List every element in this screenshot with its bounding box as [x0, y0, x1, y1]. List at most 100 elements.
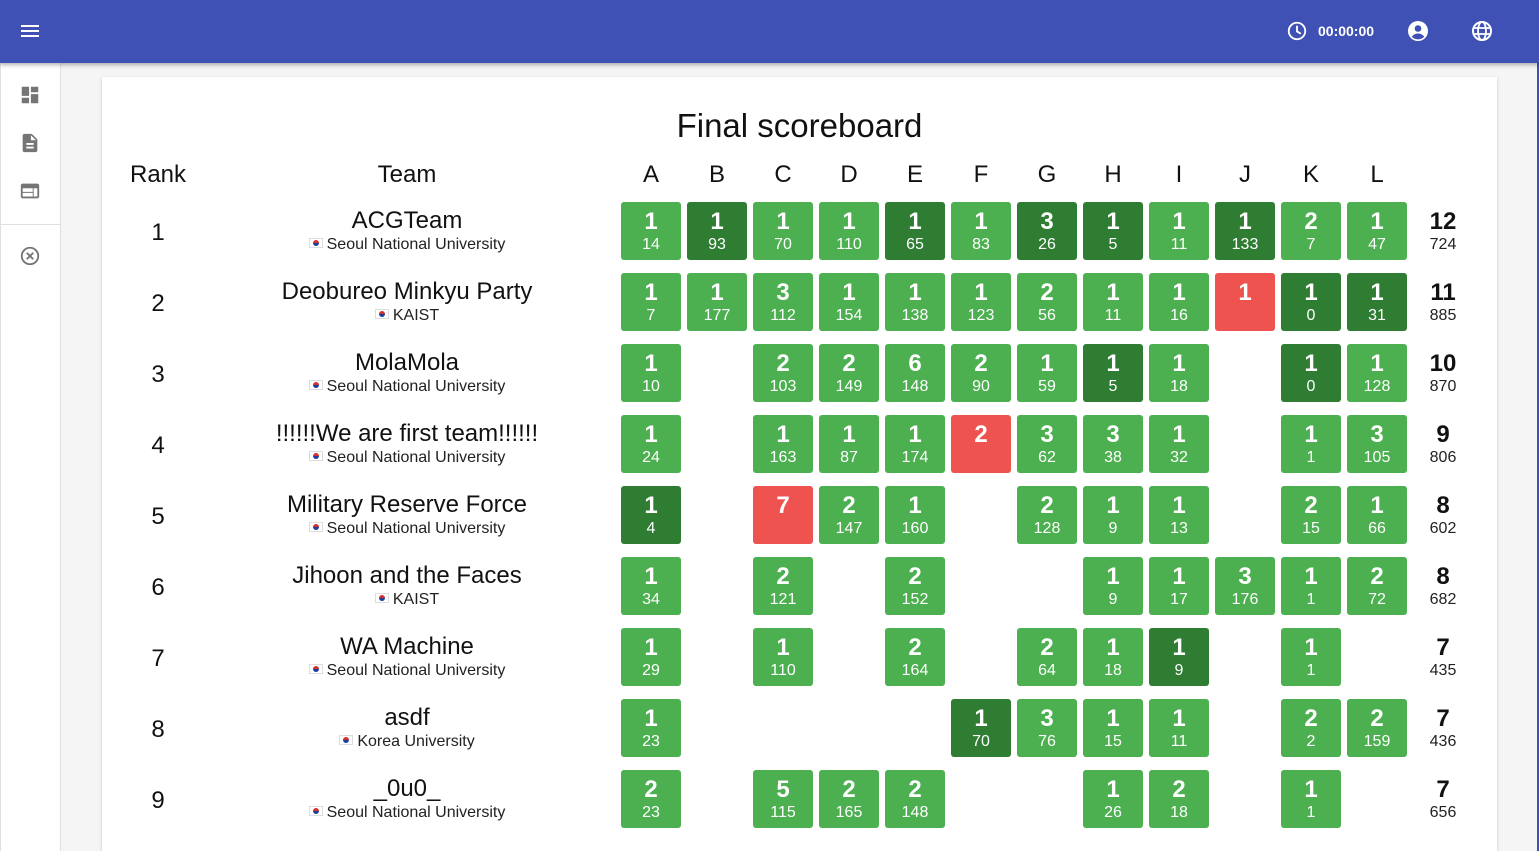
problem-cell-f[interactable]: 1 83 — [951, 202, 1011, 260]
problem-cell-g[interactable]: 2 56 — [1017, 273, 1077, 331]
problem-cell-c[interactable]: 7 — [753, 486, 813, 544]
problem-cell-h[interactable]: 15 — [1083, 202, 1143, 260]
problem-cell-k[interactable]: 11 — [1281, 770, 1341, 828]
problem-cell-j[interactable]: 1 133 — [1215, 202, 1275, 260]
problem-cell-h[interactable]: 1 18 — [1083, 628, 1143, 686]
problem-header-c[interactable]: C — [753, 161, 813, 189]
problem-cell-i[interactable]: 1 11 — [1149, 699, 1209, 757]
problem-header-k[interactable]: K — [1281, 161, 1341, 189]
problem-cell-l[interactable]: 1 128 — [1347, 344, 1407, 402]
problem-cell-l[interactable]: 2 72 — [1347, 557, 1407, 615]
problem-cell-c[interactable]: 1 163 — [753, 415, 813, 473]
problem-cell-a[interactable]: 17 — [621, 273, 681, 331]
document-icon[interactable] — [19, 132, 41, 154]
problem-cell-a[interactable]: 1 29 — [621, 628, 681, 686]
problem-cell-i[interactable]: 19 — [1149, 628, 1209, 686]
problem-header-b[interactable]: B — [687, 161, 747, 189]
problem-cell-h[interactable]: 1 15 — [1083, 699, 1143, 757]
problem-header-f[interactable]: F — [951, 161, 1011, 189]
close-circle-icon[interactable] — [19, 245, 41, 267]
problem-cell-g[interactable]: 2 128 — [1017, 486, 1077, 544]
problem-cell-j[interactable]: 3 176 — [1215, 557, 1275, 615]
problem-cell-e[interactable]: 1 174 — [885, 415, 945, 473]
problem-header-a[interactable]: A — [621, 161, 681, 189]
problem-cell-k[interactable]: 11 — [1281, 628, 1341, 686]
problem-cell-e[interactable]: 1 138 — [885, 273, 945, 331]
problem-cell-c[interactable]: 1 70 — [753, 202, 813, 260]
problem-cell-h[interactable]: 1 26 — [1083, 770, 1143, 828]
problem-cell-c[interactable]: 2 121 — [753, 557, 813, 615]
problem-cell-a[interactable]: 1 24 — [621, 415, 681, 473]
problem-header-e[interactable]: E — [885, 161, 945, 189]
problem-cell-c[interactable]: 2 103 — [753, 344, 813, 402]
problem-cell-g[interactable]: 1 59 — [1017, 344, 1077, 402]
problem-cell-i[interactable]: 1 18 — [1149, 344, 1209, 402]
problem-cell-e[interactable]: 2 152 — [885, 557, 945, 615]
problem-cell-d[interactable]: 1 87 — [819, 415, 879, 473]
language-icon[interactable] — [1470, 19, 1494, 43]
problem-cell-k[interactable]: 2 15 — [1281, 486, 1341, 544]
problem-cell-e[interactable]: 2 164 — [885, 628, 945, 686]
problem-cell-d[interactable]: 2 165 — [819, 770, 879, 828]
problem-cell-i[interactable]: 1 32 — [1149, 415, 1209, 473]
problem-cell-k[interactable]: 27 — [1281, 202, 1341, 260]
scoreboard-icon[interactable] — [19, 180, 41, 202]
problem-cell-e[interactable]: 6 148 — [885, 344, 945, 402]
problem-cell-i[interactable]: 1 13 — [1149, 486, 1209, 544]
problem-cell-d[interactable]: 1 154 — [819, 273, 879, 331]
problem-cell-k[interactable]: 11 — [1281, 557, 1341, 615]
problem-cell-e[interactable]: 1 160 — [885, 486, 945, 544]
problem-cell-d[interactable]: 2 147 — [819, 486, 879, 544]
problem-cell-l[interactable]: 1 31 — [1347, 273, 1407, 331]
problem-cell-l[interactable]: 1 47 — [1347, 202, 1407, 260]
problem-cell-k[interactable]: 10 — [1281, 273, 1341, 331]
problem-cell-f[interactable]: 1 123 — [951, 273, 1011, 331]
problem-cell-f[interactable]: 2 90 — [951, 344, 1011, 402]
problem-header-h[interactable]: H — [1083, 161, 1143, 189]
problem-cell-a[interactable]: 2 23 — [621, 770, 681, 828]
problem-cell-e[interactable]: 1 65 — [885, 202, 945, 260]
problem-cell-l[interactable]: 2 159 — [1347, 699, 1407, 757]
problem-cell-g[interactable]: 3 26 — [1017, 202, 1077, 260]
problem-cell-j[interactable]: 1 — [1215, 273, 1275, 331]
problem-cell-i[interactable]: 1 11 — [1149, 202, 1209, 260]
problem-header-i[interactable]: I — [1149, 161, 1209, 189]
problem-cell-a[interactable]: 1 10 — [621, 344, 681, 402]
problem-cell-k[interactable]: 11 — [1281, 415, 1341, 473]
problem-header-d[interactable]: D — [819, 161, 879, 189]
problem-cell-d[interactable]: 2 149 — [819, 344, 879, 402]
menu-icon[interactable] — [18, 19, 42, 43]
problem-cell-i[interactable]: 1 16 — [1149, 273, 1209, 331]
problem-cell-c[interactable]: 1 110 — [753, 628, 813, 686]
problem-header-l[interactable]: L — [1347, 161, 1407, 189]
problem-header-g[interactable]: G — [1017, 161, 1077, 189]
problem-cell-e[interactable]: 2 148 — [885, 770, 945, 828]
account-icon[interactable] — [1406, 19, 1430, 43]
problem-cell-l[interactable]: 3 105 — [1347, 415, 1407, 473]
problem-cell-f[interactable]: 1 70 — [951, 699, 1011, 757]
problem-cell-h[interactable]: 19 — [1083, 557, 1143, 615]
problem-cell-d[interactable]: 1 110 — [819, 202, 879, 260]
problem-cell-c[interactable]: 5 115 — [753, 770, 813, 828]
problem-cell-a[interactable]: 1 14 — [621, 202, 681, 260]
dashboard-icon[interactable] — [19, 84, 41, 106]
problem-header-j[interactable]: J — [1215, 161, 1275, 189]
problem-cell-i[interactable]: 2 18 — [1149, 770, 1209, 828]
problem-cell-b[interactable]: 1 177 — [687, 273, 747, 331]
problem-cell-h[interactable]: 3 38 — [1083, 415, 1143, 473]
problem-cell-l[interactable]: 1 66 — [1347, 486, 1407, 544]
problem-cell-i[interactable]: 1 17 — [1149, 557, 1209, 615]
problem-cell-g[interactable]: 3 62 — [1017, 415, 1077, 473]
problem-cell-b[interactable]: 1 93 — [687, 202, 747, 260]
problem-cell-k[interactable]: 10 — [1281, 344, 1341, 402]
problem-cell-h[interactable]: 15 — [1083, 344, 1143, 402]
problem-cell-h[interactable]: 19 — [1083, 486, 1143, 544]
problem-cell-a[interactable]: 14 — [621, 486, 681, 544]
problem-cell-g[interactable]: 3 76 — [1017, 699, 1077, 757]
problem-cell-c[interactable]: 3 112 — [753, 273, 813, 331]
problem-cell-h[interactable]: 1 11 — [1083, 273, 1143, 331]
problem-cell-f[interactable]: 2 — [951, 415, 1011, 473]
problem-cell-k[interactable]: 22 — [1281, 699, 1341, 757]
problem-cell-a[interactable]: 1 34 — [621, 557, 681, 615]
problem-cell-a[interactable]: 1 23 — [621, 699, 681, 757]
